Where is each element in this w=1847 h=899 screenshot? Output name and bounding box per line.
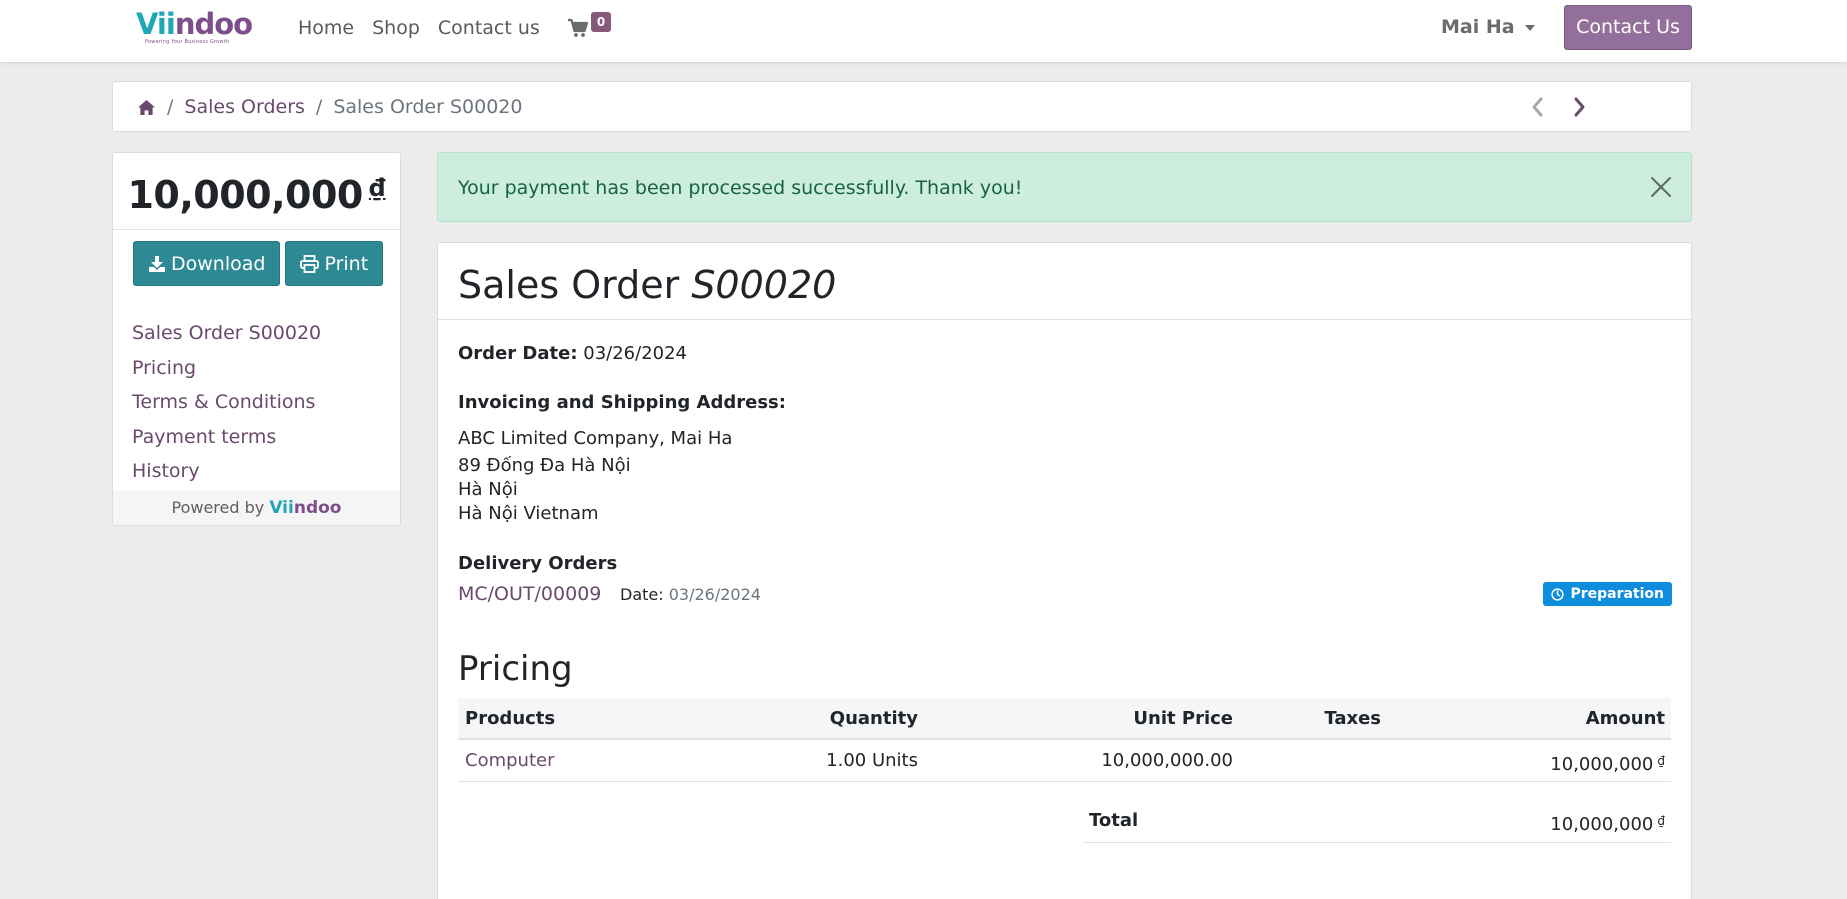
pricing-table: Products Quantity Unit Price Taxes Amoun… [458,698,1671,782]
row-amount-currency: ₫ [1657,754,1665,768]
home-icon[interactable] [137,99,156,116]
logo-tagline: Powering Your Business Growth [145,39,230,45]
card-header: Sales Order S00020 [438,243,1691,320]
breadcrumb-sales-orders[interactable]: Sales Orders [184,95,305,119]
address-line: Hà Nội [458,479,518,500]
print-button[interactable]: Print [285,241,384,286]
sidebar-total: 10,000,000 ₫ [113,153,400,230]
table-row: Computer 1.00 Units 10,000,000.00 10,000… [458,740,1671,782]
close-icon[interactable] [1649,175,1673,199]
toc-pricing[interactable]: Pricing [132,351,321,386]
order-date-value: 03/26/2024 [583,343,687,364]
breadcrumb-current: Sales Order S00020 [333,96,523,118]
address-line: ABC Limited Company, Mai Ha [458,428,733,449]
total-amount-value: 10,000,000 [1550,814,1654,835]
cart-button[interactable]: 0 [567,12,613,42]
delivery-date: Date: 03/26/2024 [620,585,761,605]
breadcrumb-bar: / Sales Orders / Sales Order S00020 [112,81,1692,132]
toc-sales-order[interactable]: Sales Order S00020 [132,316,321,351]
invoice-shipping-address: ABC Limited Company, Mai Ha 89 Đống Đa H… [458,427,732,526]
logo-word-part-a: Vii [136,7,176,41]
sidebar-actions: Download Print [133,241,388,286]
user-menu-dropdown[interactable]: Mai Ha [1441,16,1535,38]
pricing-heading: Pricing [458,649,573,689]
print-label: Print [324,252,369,275]
logo-word-part-b: ndoo [174,7,253,41]
page-title: Sales Order S00020 [458,263,836,307]
payment-success-alert: Your payment has been processed successf… [437,152,1692,222]
table-header: Products Quantity Unit Price Taxes Amoun… [458,698,1671,740]
delivery-orders-heading: Delivery Orders [458,553,618,574]
top-navbar: Viindoo Powering Your Business Growth Ho… [0,0,1847,62]
breadcrumb: / Sales Orders / Sales Order S00020 [137,95,522,119]
chevron-right-icon[interactable] [1573,96,1587,122]
breadcrumb-separator: / [167,96,174,118]
powered-brand-part-a: Vii [269,498,294,518]
main-nav: Home Shop Contact us [298,16,558,40]
nav-contact-us[interactable]: Contact us [438,16,540,40]
download-icon [149,255,165,272]
col-amount: Amount [1585,708,1665,729]
toc-history[interactable]: History [132,454,321,489]
viindoo-logo[interactable]: Viindoo Powering Your Business Growth [136,7,253,45]
alert-message: Your payment has been processed successf… [458,177,1023,199]
cart-count-badge: 0 [591,12,611,32]
delivery-date-label: Date: [620,585,664,604]
total-amount: 10,000,000 ₫ [1550,809,1665,837]
total-amount-currency: ₫ [1657,814,1665,828]
sidebar-toc: Sales Order S00020 Pricing Terms & Condi… [132,316,321,489]
sidebar-total-amount: 10,000,000 [127,173,363,217]
powered-brand-part-b: ndoo [293,498,342,518]
shopping-cart-icon [567,18,589,42]
toc-terms-conditions[interactable]: Terms & Conditions [132,385,321,420]
powered-by-text: Powered by [171,498,265,517]
product-link[interactable]: Computer [465,749,554,773]
address-line: 89 Đống Đa Hà Nội [458,455,631,476]
col-quantity: Quantity [829,708,918,729]
row-amount: 10,000,000 ₫ [1550,749,1665,777]
col-taxes: Taxes [1324,708,1381,729]
nav-home[interactable]: Home [298,16,354,40]
toc-payment-terms[interactable]: Payment terms [132,420,321,455]
delivery-order-link[interactable]: MC/OUT/00009 [458,582,601,606]
powered-by-footer: Powered by Viindoo [113,491,400,525]
row-quantity: 1.00 Units [826,750,918,771]
status-badge-label: Preparation [1570,586,1664,602]
row-amount-value: 10,000,000 [1550,754,1654,775]
caret-down-icon [1524,25,1535,31]
title-prefix: Sales Order [458,263,680,307]
order-number: S00020 [691,263,837,307]
nav-shop[interactable]: Shop [372,16,420,40]
address-line: Hà Nội Vietnam [458,503,599,524]
row-unit-price: 10,000,000.00 [1101,750,1233,771]
printer-icon [300,254,320,273]
download-label: Download [171,252,266,275]
download-button[interactable]: Download [133,241,281,286]
col-unit-price: Unit Price [1133,708,1233,729]
powered-by-brand[interactable]: Viindoo [269,498,341,518]
contact-us-button[interactable]: Contact Us [1564,5,1692,50]
order-sidebar: 10,000,000 ₫ Download Print Sales Order S… [112,152,401,526]
user-name: Mai Ha [1441,16,1515,38]
chevron-left-icon[interactable] [1530,96,1544,122]
order-date-label: Order Date: [458,343,578,364]
clock-icon [1551,587,1565,601]
delivery-date-value: 03/26/2024 [668,585,761,604]
order-date: Order Date: 03/26/2024 [458,342,687,366]
sidebar-total-currency: ₫ [368,174,386,202]
total-label: Total [1089,810,1139,831]
breadcrumb-separator: / [315,96,323,118]
address-label: Invoicing and Shipping Address: [458,392,786,413]
col-products: Products [465,708,556,729]
status-badge: Preparation [1543,582,1672,606]
total-row: Total 10,000,000 ₫ [1083,797,1671,843]
